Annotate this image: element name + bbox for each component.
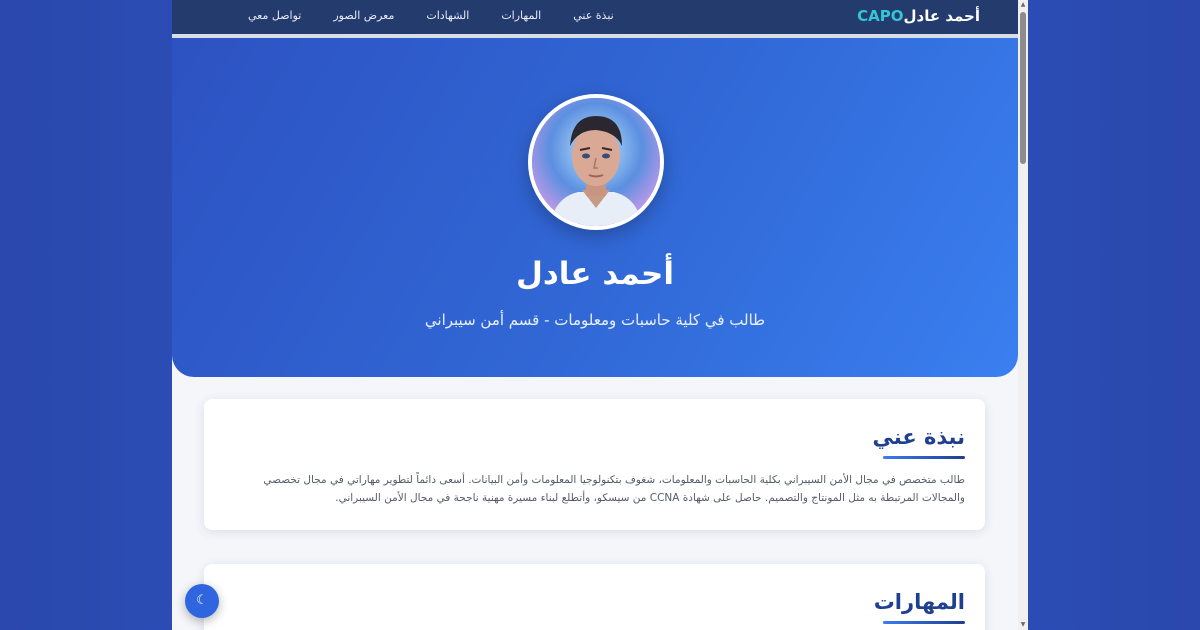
hero-subtitle: طالب في كلية حاسبات ومعلومات - قسم أمن س… [424,311,766,329]
nav-menu: تواصل معي معرض الصور الشهادات المهارات ن… [216,9,614,22]
page-viewport: أحمد عادلCAPO تواصل معي معرض الصور الشها… [172,0,1028,630]
skills-title: المهارات [873,590,965,614]
nav-item-contact[interactable]: تواصل معي [248,9,301,22]
brand-prefix: CAPO [857,7,904,25]
nav-item-gallery[interactable]: معرض الصور [333,9,394,22]
skills-card: المهارات [204,564,985,630]
hero-name: أحمد عادل [515,256,675,292]
scroll-down-arrow-icon[interactable]: ▼ [1018,620,1028,630]
about-title: نبذة عني [872,425,965,449]
about-card: نبذة عني طالب متخصص في مجال الأمن السيبر… [204,399,985,530]
brand-name: أحمد عادل [903,7,981,25]
moon-icon: ☾ [196,593,208,608]
top-navbar: أحمد عادلCAPO تواصل معي معرض الصور الشها… [172,0,1018,38]
avatar-portrait-icon [532,98,660,226]
theme-toggle-button[interactable]: ☾ [185,584,219,618]
hero-section: أحمد عادل طالب في كلية حاسبات ومعلومات -… [172,38,1018,377]
nav-item-certificates[interactable]: الشهادات [426,9,469,22]
vertical-scrollbar[interactable]: ▲ ▼ [1018,0,1028,630]
brand-logo[interactable]: أحمد عادلCAPO [857,7,980,25]
scroll-up-arrow-icon[interactable]: ▲ [1018,0,1028,10]
nav-item-skills[interactable]: المهارات [501,9,541,22]
nav-item-about[interactable]: نبذة عني [573,9,613,22]
skills-title-underline [883,621,965,624]
profile-avatar [528,94,664,230]
about-title-underline [883,456,965,459]
about-text: طالب متخصص في مجال الأمن السيبراني بكلية… [263,474,965,504]
scrollbar-thumb[interactable] [1020,12,1026,164]
